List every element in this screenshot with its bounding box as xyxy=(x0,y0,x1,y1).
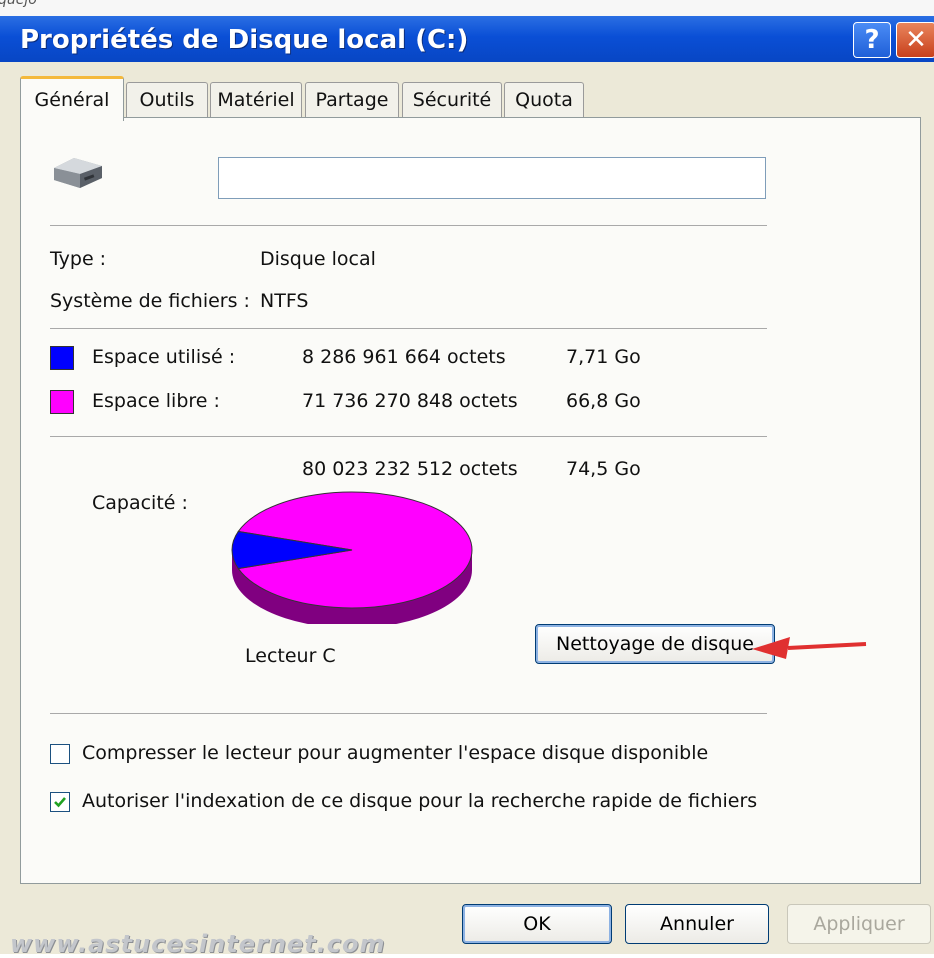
annotation-arrow-icon xyxy=(752,637,867,659)
drive-caption: Lecteur C xyxy=(245,645,336,667)
cancel-button[interactable]: Annuler xyxy=(625,904,769,944)
used-space-color-swatch xyxy=(50,346,74,370)
checkmark-icon xyxy=(54,797,66,808)
used-space-label: Espace utilisé : xyxy=(92,346,236,368)
background-strip: quejo xyxy=(0,0,934,16)
free-space-size: 66,8 Go xyxy=(566,390,641,412)
capacity-bytes: 80 023 232 512 octets xyxy=(302,458,518,480)
compress-drive-checkbox[interactable] xyxy=(50,744,70,764)
help-button[interactable]: ? xyxy=(853,22,891,58)
type-value: Disque local xyxy=(260,248,376,270)
apply-button[interactable]: Appliquer xyxy=(787,904,931,944)
separator xyxy=(50,328,767,329)
indexing-checkbox[interactable] xyxy=(50,792,70,812)
volume-name-input[interactable] xyxy=(218,157,766,199)
used-space-bytes: 8 286 961 664 octets xyxy=(302,346,506,368)
capacity-label: Capacité : xyxy=(92,492,188,514)
type-label: Type : xyxy=(50,248,107,270)
capacity-size: 74,5 Go xyxy=(566,458,641,480)
tab-security[interactable]: Sécurité xyxy=(402,82,502,117)
window-title: Propriétés de Disque local (C:) xyxy=(20,25,469,55)
free-space-bytes: 71 736 270 848 octets xyxy=(302,390,518,412)
close-button[interactable]: ✕ xyxy=(896,22,934,58)
separator xyxy=(50,713,767,714)
background-text: quejo xyxy=(0,0,37,8)
properties-window: quejo Propriétés de Disque local (C:) ? … xyxy=(0,0,934,958)
free-space-color-swatch xyxy=(50,390,74,414)
file-system-value: NTFS xyxy=(260,290,309,312)
file-system-label: Système de fichiers : xyxy=(50,290,250,312)
ok-button[interactable]: OK xyxy=(462,904,612,944)
disk-cleanup-button[interactable]: Nettoyage de disque xyxy=(535,624,775,664)
title-bar[interactable]: Propriétés de Disque local (C:) ? ✕ xyxy=(0,16,934,62)
separator xyxy=(50,436,767,437)
used-space-size: 7,71 Go xyxy=(566,346,641,368)
indexing-label[interactable]: Autoriser l'indexation de ce disque pour… xyxy=(82,790,757,812)
compress-drive-label[interactable]: Compresser le lecteur pour augmenter l'e… xyxy=(82,742,708,764)
tab-quota[interactable]: Quota xyxy=(504,82,584,117)
separator xyxy=(50,225,767,226)
tab-general[interactable]: Général xyxy=(20,76,124,121)
tab-tools[interactable]: Outils xyxy=(126,82,208,117)
tab-hardware[interactable]: Matériel xyxy=(210,82,302,117)
disk-usage-pie-chart xyxy=(231,491,473,624)
tab-sharing[interactable]: Partage xyxy=(305,82,399,117)
hard-drive-icon xyxy=(54,158,102,188)
free-space-label: Espace libre : xyxy=(92,390,220,412)
